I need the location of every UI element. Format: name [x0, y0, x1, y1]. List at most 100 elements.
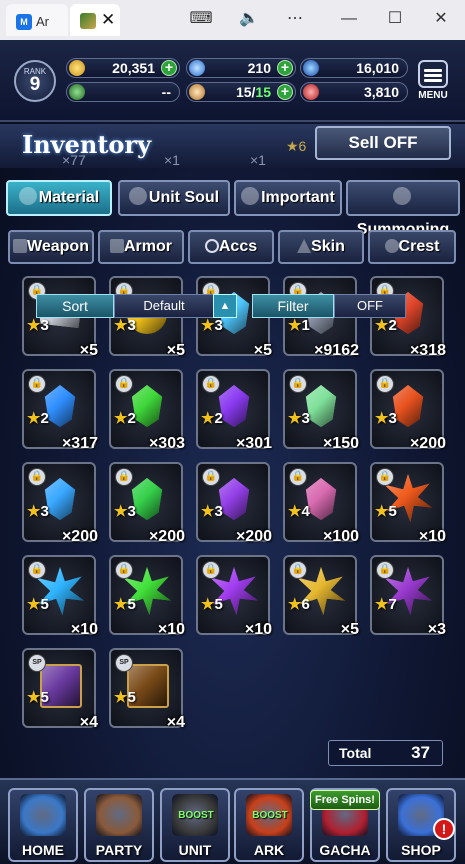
nav-ark-button[interactable]: BOOST ARK	[234, 788, 304, 862]
inventory-item[interactable]: 🔒 ★2 ×303	[109, 369, 185, 452]
subtab-armor[interactable]: Armor	[98, 230, 184, 264]
more-options-icon[interactable]: ⋯	[282, 8, 308, 30]
item-rarity: ★5	[375, 502, 397, 520]
inventory-item[interactable]: 🔒 ★3 ×150	[283, 369, 359, 452]
inventory-item[interactable]: 🔒 ★2 ×301	[196, 369, 272, 452]
lock-icon[interactable]: 🔒	[376, 561, 394, 579]
filter-value[interactable]: OFF	[334, 294, 406, 318]
rarity-value: 5	[40, 596, 49, 613]
sort-order-arrow-icon[interactable]: ▲	[213, 294, 237, 318]
inventory-item[interactable]: 🔒 ★3 ×200	[22, 462, 98, 545]
inventory-item[interactable]: 🔒 ★5 ×10	[22, 555, 98, 638]
inventory-item[interactable]: 🔒 ★3 ×200	[196, 462, 272, 545]
tab-unit-soul[interactable]: Unit Soul	[118, 180, 230, 216]
obscured-count: ×1	[164, 152, 180, 168]
lock-icon[interactable]: 🔒	[115, 468, 133, 486]
special-badge-icon[interactable]: SP	[28, 654, 46, 672]
inventory-item[interactable]: 🔒 ★5 ×10	[196, 555, 272, 638]
lock-icon[interactable]: 🔒	[115, 375, 133, 393]
inventory-item[interactable]: 🔒 ★2 ×317	[22, 369, 98, 452]
star-icon: ★	[375, 410, 389, 427]
add-gold-button[interactable]: +	[161, 60, 177, 76]
lock-icon[interactable]: 🔒	[289, 561, 307, 579]
subtab-weapon[interactable]: Weapon	[8, 230, 94, 264]
lock-icon[interactable]: 🔒	[376, 468, 394, 486]
inventory-item[interactable]: 🔒 ★6 ×5	[283, 555, 359, 638]
rarity-value: 5	[127, 689, 136, 706]
lock-icon[interactable]: 🔒	[289, 468, 307, 486]
rarity-value: 3	[127, 317, 136, 334]
lock-icon[interactable]: 🔒	[28, 561, 46, 579]
item-rarity: ★2	[114, 409, 136, 427]
subtab-skin[interactable]: Skin	[278, 230, 364, 264]
gold-value: 20,351	[112, 60, 155, 76]
nav-party-button[interactable]: PARTY	[84, 788, 154, 862]
subtab-accs[interactable]: Accs	[188, 230, 274, 264]
obscured-rarity: ★6	[286, 138, 307, 154]
rarity-value: 3	[127, 503, 136, 520]
subtab-crest[interactable]: Crest	[368, 230, 456, 264]
lock-icon[interactable]: 🔒	[202, 375, 220, 393]
inventory-item[interactable]: 🔒 ★5 ×10	[109, 555, 185, 638]
star-icon: ★	[114, 317, 128, 334]
inventory-item[interactable]: SP ★5 ×4	[22, 648, 98, 731]
sort-value[interactable]: Default	[114, 294, 214, 318]
orb-value: 16,010	[356, 60, 399, 76]
menu-button[interactable]: MENU	[413, 60, 453, 106]
star-icon: ★	[375, 503, 389, 520]
browser-tab-game[interactable]: ✕	[70, 4, 120, 36]
blue-gem-icon	[189, 60, 205, 76]
item-count: ×4	[79, 714, 98, 731]
add-trials-button[interactable]: +	[277, 84, 293, 100]
nav-label: GACHA	[319, 842, 371, 858]
hanger-icon	[297, 239, 312, 253]
tab-material[interactable]: Material	[6, 180, 112, 216]
keyboard-icon[interactable]: ⌨	[188, 8, 214, 30]
menu-label: MENU	[418, 90, 448, 101]
item-count: ×10	[70, 621, 98, 638]
nav-gacha-button[interactable]: Free Spins! GACHA	[310, 788, 380, 862]
lock-icon[interactable]: 🔒	[202, 561, 220, 579]
browser-tab-app[interactable]: M Ar	[6, 4, 68, 36]
filter-button[interactable]: Filter	[252, 294, 334, 318]
star-icon: ★	[201, 410, 215, 427]
rarity-value: 2	[127, 410, 136, 427]
minimize-icon[interactable]: —	[336, 8, 362, 30]
page-title: Inventory	[22, 130, 152, 159]
sort-button[interactable]: Sort	[36, 294, 114, 318]
shop-notification-badge: !	[433, 818, 455, 840]
inventory-item[interactable]: 🔒 ★3 ×200	[109, 462, 185, 545]
inventory-item[interactable]: 🔒 ★3 ×200	[370, 369, 446, 452]
nav-unit-button[interactable]: BOOST UNIT	[160, 788, 230, 862]
rank-badge[interactable]: RANK 9	[14, 60, 56, 102]
item-count: ×100	[322, 528, 359, 545]
lock-icon[interactable]: 🔒	[202, 468, 220, 486]
nav-home-button[interactable]: HOME	[8, 788, 78, 862]
soul-icon	[128, 187, 147, 205]
lock-icon[interactable]: 🔒	[289, 375, 307, 393]
item-rarity: ★3	[288, 409, 310, 427]
close-tab-icon[interactable]: ✕	[101, 10, 115, 30]
add-gems-button[interactable]: +	[277, 60, 293, 76]
item-rarity: ★3	[27, 316, 49, 334]
star-icon: ★	[288, 317, 302, 334]
lock-icon[interactable]: 🔒	[376, 375, 394, 393]
window-close-icon[interactable]: ✕	[428, 8, 454, 30]
inventory-item[interactable]: 🔒 ★4 ×100	[283, 462, 359, 545]
inventory-item[interactable]: 🔒 ★7 ×3	[370, 555, 446, 638]
lock-icon[interactable]: 🔒	[115, 561, 133, 579]
star-icon: ★	[27, 503, 41, 520]
tab-summoning[interactable]: Summoning	[346, 180, 460, 238]
maximize-icon[interactable]: ☐	[382, 8, 408, 30]
inventory-item[interactable]: SP ★5 ×4	[109, 648, 185, 731]
lock-icon[interactable]: 🔒	[28, 375, 46, 393]
sell-toggle-button[interactable]: Sell OFF	[315, 126, 451, 160]
armor-icon	[109, 239, 124, 253]
tab-important[interactable]: Important	[234, 180, 342, 216]
inventory-item[interactable]: 🔒 ★5 ×10	[370, 462, 446, 545]
trials-current: 15/	[235, 84, 256, 100]
special-badge-icon[interactable]: SP	[115, 654, 133, 672]
rarity-value: 2	[388, 317, 397, 334]
lock-icon[interactable]: 🔒	[28, 468, 46, 486]
volume-icon[interactable]: 🔈	[236, 8, 262, 30]
